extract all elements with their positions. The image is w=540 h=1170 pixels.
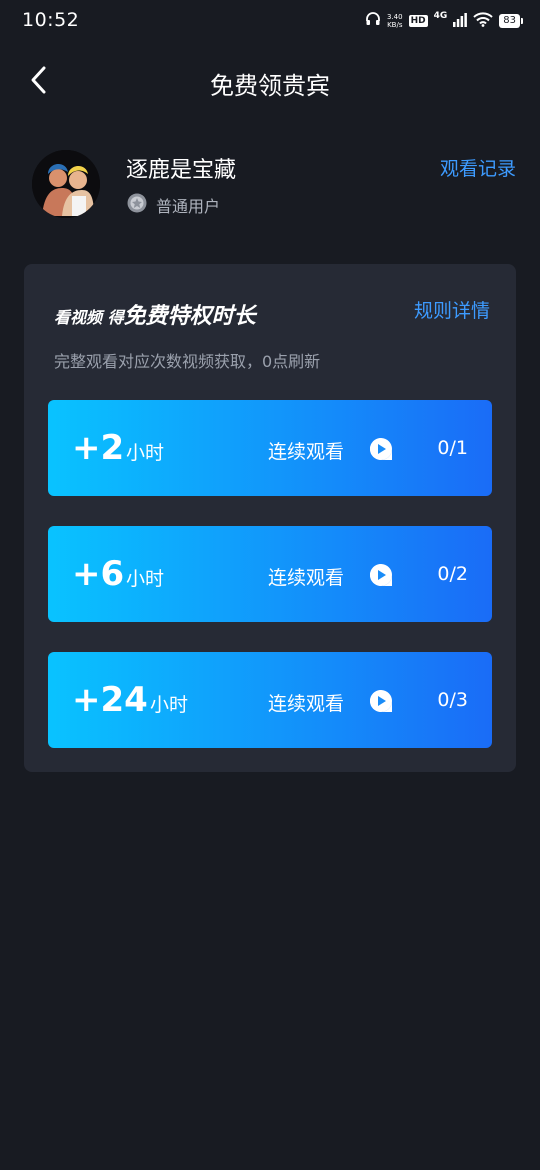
reward-card: 看视频 得免费特权时长 规则详情 完整观看对应次数视频获取，0点刷新 +2 小时… — [24, 264, 516, 772]
net-speed-unit: KB/s — [387, 21, 403, 29]
reward-action-label: 连续观看 — [268, 567, 345, 589]
card-description: 完整观看对应次数视频获取，0点刷新 — [54, 352, 321, 371]
reward-item-6h[interactable]: +6 小时 连续观看 0/2 — [48, 526, 492, 622]
signal-icon — [453, 12, 468, 31]
user-profile: 逐鹿是宝藏 普通用户 观看记录 — [32, 150, 516, 220]
reward-action-label: 连续观看 — [268, 693, 345, 715]
page-title: 免费领贵宾 — [210, 72, 330, 100]
status-icons: 3.40 KB/s HD 4G 83 — [365, 10, 523, 32]
reward-unit: 小时 — [126, 568, 165, 590]
net-speed-value: 3.40 — [387, 13, 403, 21]
play-circle-icon — [368, 688, 394, 714]
card-title-prefix: 看视频 得 — [54, 308, 124, 327]
reward-progress: 0/2 — [437, 563, 468, 585]
status-bar: 10:52 3.40 KB/s HD 4G 83 — [0, 0, 540, 44]
play-circle-icon — [368, 562, 394, 588]
battery-indicator: 83 — [499, 14, 523, 28]
net-speed: 3.40 KB/s — [387, 13, 403, 29]
play-circle-icon — [368, 436, 394, 462]
hd-badge: HD — [408, 15, 428, 27]
card-title-highlight: 免费特权时长 — [123, 304, 256, 329]
reward-amount: +2 — [72, 428, 125, 468]
nav-bar: 免费领贵宾 — [0, 56, 540, 106]
avatar[interactable] — [32, 150, 100, 218]
badge-icon — [126, 192, 148, 218]
user-level-label: 普通用户 — [156, 197, 221, 216]
headphones-icon — [365, 11, 381, 31]
wifi-icon — [473, 11, 493, 31]
reward-unit: 小时 — [150, 694, 189, 716]
network-type: 4G — [433, 11, 448, 21]
reward-progress: 0/1 — [437, 437, 468, 459]
rules-detail-link[interactable]: 规则详情 — [414, 296, 490, 323]
reward-item-24h[interactable]: +24 小时 连续观看 0/3 — [48, 652, 492, 748]
reward-action-label: 连续观看 — [268, 441, 345, 463]
card-title: 看视频 得免费特权时长 — [54, 298, 256, 330]
reward-amount: +6 — [72, 554, 125, 594]
username: 逐鹿是宝藏 — [126, 158, 237, 183]
reward-item-2h[interactable]: +2 小时 连续观看 0/1 — [48, 400, 492, 496]
watch-history-link[interactable]: 观看记录 — [440, 154, 516, 181]
reward-unit: 小时 — [126, 442, 165, 464]
user-level: 普通用户 — [126, 192, 220, 218]
reward-amount: +24 — [72, 680, 148, 720]
status-time: 10:52 — [22, 9, 80, 31]
reward-progress: 0/3 — [437, 689, 468, 711]
